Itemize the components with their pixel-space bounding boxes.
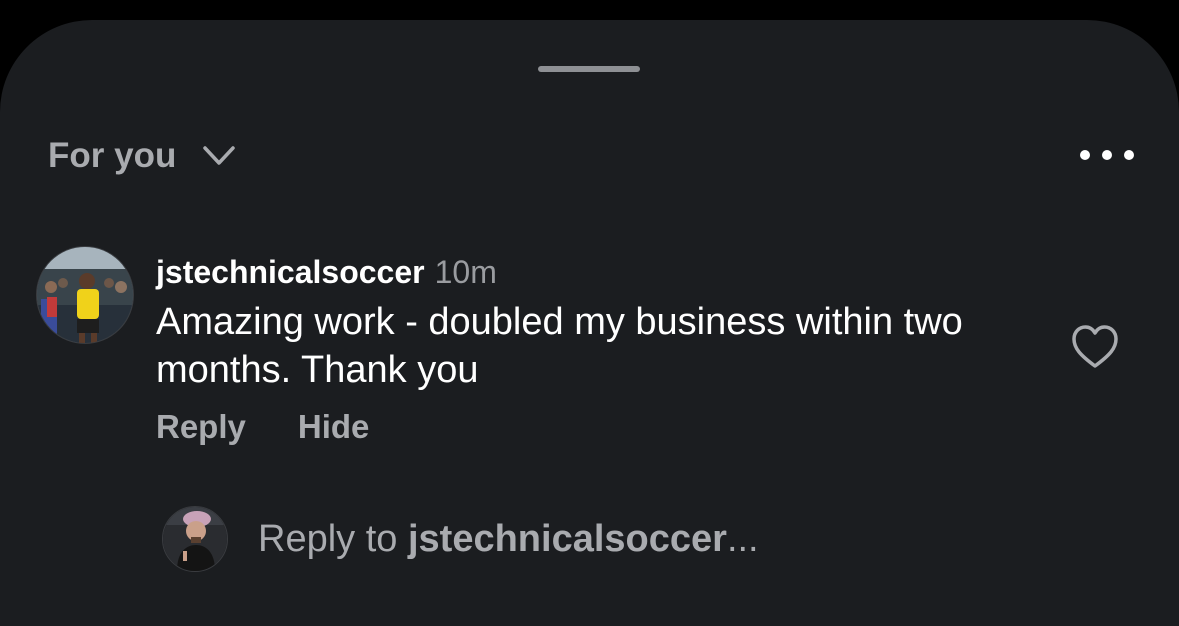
comment: jstechnicalsoccer 10m Amazing work - dou…: [156, 246, 1036, 446]
reply-ellipsis: ...: [726, 517, 759, 560]
reply-handle: jstechnicalsoccer: [407, 517, 727, 560]
comment-actions: Reply Hide: [156, 408, 1036, 446]
current-user-avatar: [162, 506, 228, 572]
comment-username[interactable]: jstechnicalsoccer: [156, 246, 425, 298]
more-dot: [1102, 150, 1112, 160]
chevron-down-icon: [203, 146, 236, 165]
sheet-grabber-handle[interactable]: [538, 66, 640, 72]
more-dot: [1080, 150, 1090, 160]
comment-meta: jstechnicalsoccer 10m: [156, 246, 1036, 298]
reply-placeholder[interactable]: Reply to jstechnicalsoccer...: [258, 518, 759, 561]
reply-composer[interactable]: Reply to jstechnicalsoccer...: [162, 506, 759, 572]
heart-icon[interactable]: [1070, 324, 1120, 370]
commenter-avatar[interactable]: [36, 246, 134, 344]
reply-button[interactable]: Reply: [156, 408, 246, 446]
comment-text: Amazing work - doubled my business withi…: [156, 301, 963, 391]
feed-selector[interactable]: For you: [48, 136, 236, 176]
more-dot: [1124, 150, 1134, 160]
more-options-icon[interactable]: [1080, 140, 1134, 170]
comments-sheet: For you jstechnicalsoccer 10m Amazing wo…: [0, 20, 1179, 626]
comment-timestamp: 10m: [434, 254, 497, 290]
feed-selector-label: For you: [48, 136, 177, 175]
hide-button[interactable]: Hide: [298, 408, 370, 446]
reply-prefix: Reply to: [258, 517, 408, 560]
